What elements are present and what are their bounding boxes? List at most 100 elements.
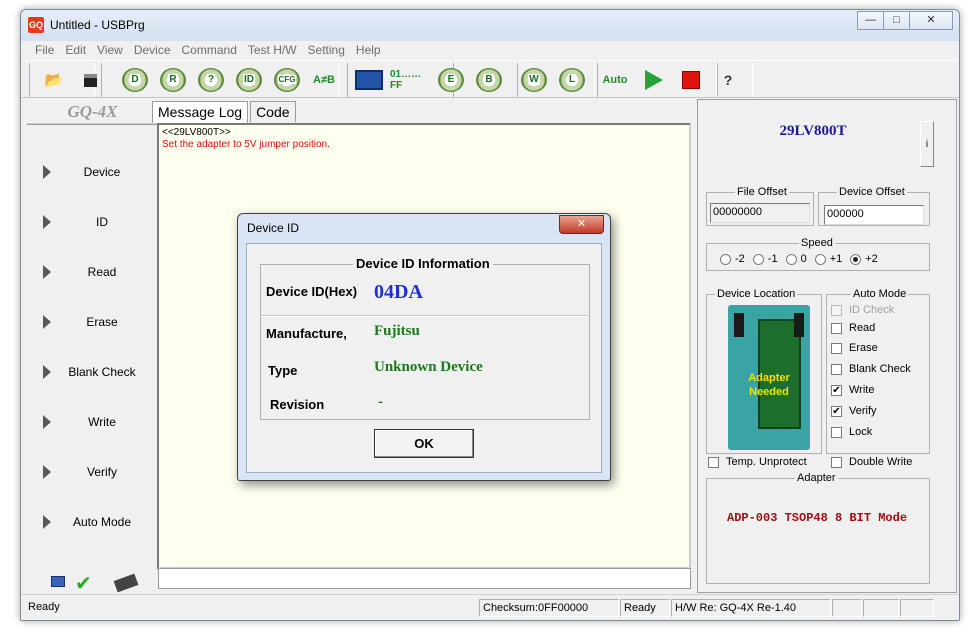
speed-radio[interactable]: -1 (752, 253, 778, 265)
write-checkbox[interactable]: ✔ Write (831, 384, 874, 396)
gear-icon: B (476, 68, 502, 92)
speed-radio[interactable]: 0 (785, 253, 807, 265)
arrow-right-icon (43, 415, 51, 429)
checksum-text: Checksum:0FF00000 (479, 599, 619, 617)
write-button[interactable]: W (518, 66, 550, 94)
gear-icon: ? (198, 68, 224, 92)
open-button[interactable]: 📂 (38, 66, 70, 94)
arrow-right-icon (43, 165, 51, 179)
speed-radio[interactable]: +1 (814, 253, 842, 265)
side-verify-button[interactable]: Verify (27, 448, 158, 498)
speed-radio-selected[interactable]: +2 (850, 253, 878, 265)
status-bar: Ready Checksum:0FF00000 Ready H/W Re: GQ… (21, 594, 959, 620)
dialog-close-button[interactable]: ✕ (559, 215, 604, 234)
tab-code[interactable]: Code (250, 101, 296, 122)
group-title: Device ID Information (353, 256, 493, 271)
status-cell-empty (900, 599, 934, 617)
folder-icon: 📂 (44, 72, 64, 89)
buffer-editor-button[interactable] (353, 66, 385, 94)
separator (261, 315, 589, 317)
verify-checkbox[interactable]: ✔ Verify (831, 405, 877, 417)
stop-button[interactable] (675, 66, 707, 94)
zif-socket-image: Adapter Needed (728, 305, 810, 450)
read-checkbox[interactable]: Read (831, 322, 875, 334)
double-write-checkbox[interactable]: Double Write (831, 456, 912, 468)
arrow-right-icon (43, 465, 51, 479)
read-button[interactable]: R (157, 66, 189, 94)
gear-icon: CFG (274, 68, 300, 92)
arrow-right-icon (43, 315, 51, 329)
erase-checkbox[interactable]: Erase (831, 342, 878, 354)
device-info-button[interactable]: i (920, 121, 934, 167)
device-id-info-group: Device ID Information Device ID(Hex) 04D… (260, 256, 590, 420)
side-blank-check-button[interactable]: Blank Check (27, 348, 158, 398)
computer-icon (51, 576, 65, 587)
arrow-right-icon (43, 515, 51, 529)
gear-icon: E (438, 68, 464, 92)
lock-checkbox[interactable]: Lock (831, 426, 872, 438)
side-id-button[interactable]: ID (27, 198, 158, 248)
speed-options: -2 -1 0 +1 +2 (720, 253, 878, 265)
connection-status: ✔ (45, 573, 145, 595)
title-bar: GQ Untitled - USBPrg — □ ✕ (21, 10, 959, 41)
side-read-button[interactable]: Read (27, 248, 158, 298)
side-erase-button[interactable]: Erase (27, 298, 158, 348)
dialog-title: Device ID (247, 221, 300, 235)
status-text: Ready (28, 601, 60, 613)
verify-tool-button[interactable]: ? (195, 66, 227, 94)
id-button[interactable]: ID (233, 66, 265, 94)
hardware-version-text: H/W Re: GQ-4X Re-1.40 (671, 599, 831, 617)
manufacture-label: Manufacture, (266, 326, 347, 341)
stop-icon (682, 71, 700, 89)
revision-value: - (378, 394, 383, 410)
lock-button[interactable]: L (556, 66, 588, 94)
gear-icon: R (160, 68, 186, 92)
log-line-warning: Set the adapter to 5V jumper position. (162, 139, 330, 150)
blank-check-checkbox[interactable]: Blank Check (831, 363, 911, 375)
operation-list: Device ID Read Erase Blank Check Write V… (27, 124, 158, 570)
play-icon (645, 70, 663, 90)
command-input[interactable] (158, 568, 691, 589)
compare-button[interactable]: A≠B (308, 66, 340, 94)
device-name: 29LV800T (779, 123, 847, 139)
temp-unprotect-checkbox[interactable]: Temp. Unprotect (708, 456, 807, 468)
maximize-button[interactable]: □ (883, 11, 910, 30)
close-button[interactable]: ✕ (909, 11, 953, 30)
config-button[interactable]: CFG (271, 66, 303, 94)
type-value: Unknown Device (374, 359, 483, 375)
menu-edit[interactable]: Edit (61, 41, 93, 60)
menu-setting[interactable]: Setting (304, 41, 352, 60)
side-write-button[interactable]: Write (27, 398, 158, 448)
select-device-button[interactable]: D (119, 66, 151, 94)
menu-device[interactable]: Device (130, 41, 178, 60)
menu-help[interactable]: Help (352, 41, 388, 60)
type-label: Type (268, 363, 298, 378)
device-id-dialog: Device ID ✕ Device ID Information Device… (237, 213, 611, 481)
menu-command[interactable]: Command (178, 41, 244, 60)
fill-buffer-button[interactable]: 01……FF (390, 66, 426, 94)
ok-button[interactable]: OK (374, 429, 474, 458)
manufacture-value: Fujitsu (374, 323, 420, 339)
device-offset-field[interactable]: 000000 (824, 205, 924, 225)
adapter-group: Adapter ADP-003 TSOP48 8 BIT Mode (706, 472, 930, 584)
run-button[interactable] (638, 66, 670, 94)
side-device-button[interactable]: Device (27, 148, 158, 198)
tab-message-log[interactable]: Message Log (152, 101, 249, 123)
side-auto-mode-button[interactable]: Auto Mode (27, 498, 158, 548)
speed-radio[interactable]: -2 (720, 253, 745, 265)
menu-view[interactable]: View (93, 41, 130, 60)
minimize-button[interactable]: — (857, 11, 884, 30)
help-button[interactable]: ? (712, 66, 744, 94)
log-line: <<29LV800T>> (162, 127, 231, 138)
menu-test-hw[interactable]: Test H/W (244, 41, 304, 60)
id-check-checkbox[interactable]: ID Check (831, 304, 894, 316)
window-title: Untitled - USBPrg (50, 18, 145, 32)
auto-button[interactable]: Auto (599, 66, 631, 94)
floppy-icon (83, 73, 97, 87)
menu-file[interactable]: File (31, 41, 61, 60)
blank-check-button[interactable]: B (473, 66, 505, 94)
gq-logo: GQ-4X (27, 102, 158, 124)
toolbar: 📂 D R ? ID CFG A≠B 01……FF E B W L Auto ? (21, 60, 959, 98)
erase-button[interactable]: E (435, 66, 467, 94)
file-offset-field[interactable]: 00000000 (710, 203, 810, 223)
